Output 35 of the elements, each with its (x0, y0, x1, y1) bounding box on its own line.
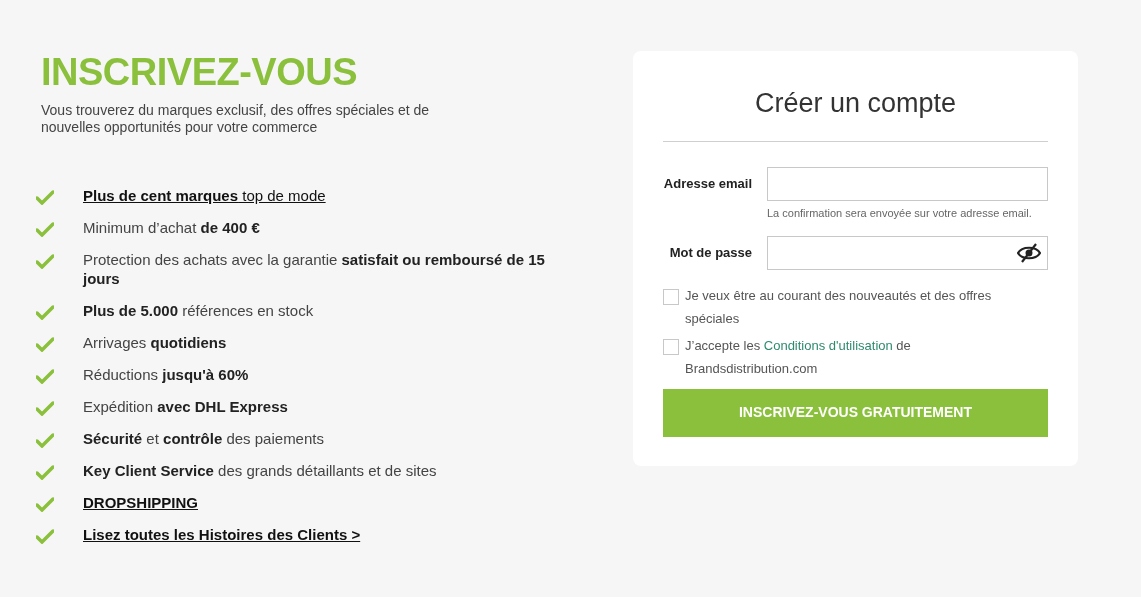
checkbox-label: J’accepte les Conditions d'utilisation de Brandsdistribution.com (685, 336, 912, 378)
check-icon (36, 337, 54, 352)
check-icon (36, 305, 54, 320)
intro-text: Vous trouverez du marques exclusif, des offres spéciales et de nouvelles opportunités pour votre commerce (40, 102, 431, 136)
page-title: INSCRIVEZ-VOUS (40, 50, 359, 94)
check-icon (36, 401, 54, 416)
check-icon (36, 254, 54, 269)
check-icon (36, 222, 54, 237)
check-icon (36, 465, 54, 480)
check-icon (36, 433, 54, 448)
form-title: Créer un compte (663, 87, 1048, 142)
benefit-text: Réductions jusqu'à 60% (83, 365, 250, 384)
field-label: Adresse email (663, 175, 753, 194)
benefit-text: Protection des achats avec la garantie satisfait ou remboursé de 15 jours (83, 250, 546, 288)
field-label: Mot de passe (668, 243, 753, 262)
checkbox[interactable] (663, 288, 679, 305)
check-icon (36, 190, 54, 205)
benefit-text: Sécurité et contrôle des paiements (83, 429, 325, 448)
check-icon (36, 497, 54, 512)
check-icon (36, 369, 54, 384)
benefit-text: Expédition avec DHL Express (83, 397, 289, 416)
terms-link[interactable]: Conditions d'utilisation (763, 337, 893, 353)
benefit-text: Minimum d’achat de 400 € (83, 218, 261, 237)
eye-slash-icon[interactable] (1017, 242, 1041, 263)
benefit-text: Arrivages quotidiens (83, 333, 228, 352)
check-icon (36, 529, 54, 544)
email-field[interactable] (767, 167, 1048, 201)
password-field[interactable] (767, 235, 1048, 270)
checkbox[interactable] (663, 338, 679, 355)
field-hint: La confirmation sera envoyée sur votre adresse email. (767, 206, 1033, 221)
benefit-link[interactable]: Plus de cent marques top de mode (83, 186, 563, 205)
benefit-text: Key Client Service des grands détaillants et de sites (83, 461, 438, 480)
benefit-link[interactable]: DROPSHIPPING (83, 493, 563, 512)
benefit-text: Plus de 5.000 références en stock (83, 301, 315, 320)
benefit-link[interactable]: Lisez toutes les Histoires des Clients > (83, 525, 563, 544)
